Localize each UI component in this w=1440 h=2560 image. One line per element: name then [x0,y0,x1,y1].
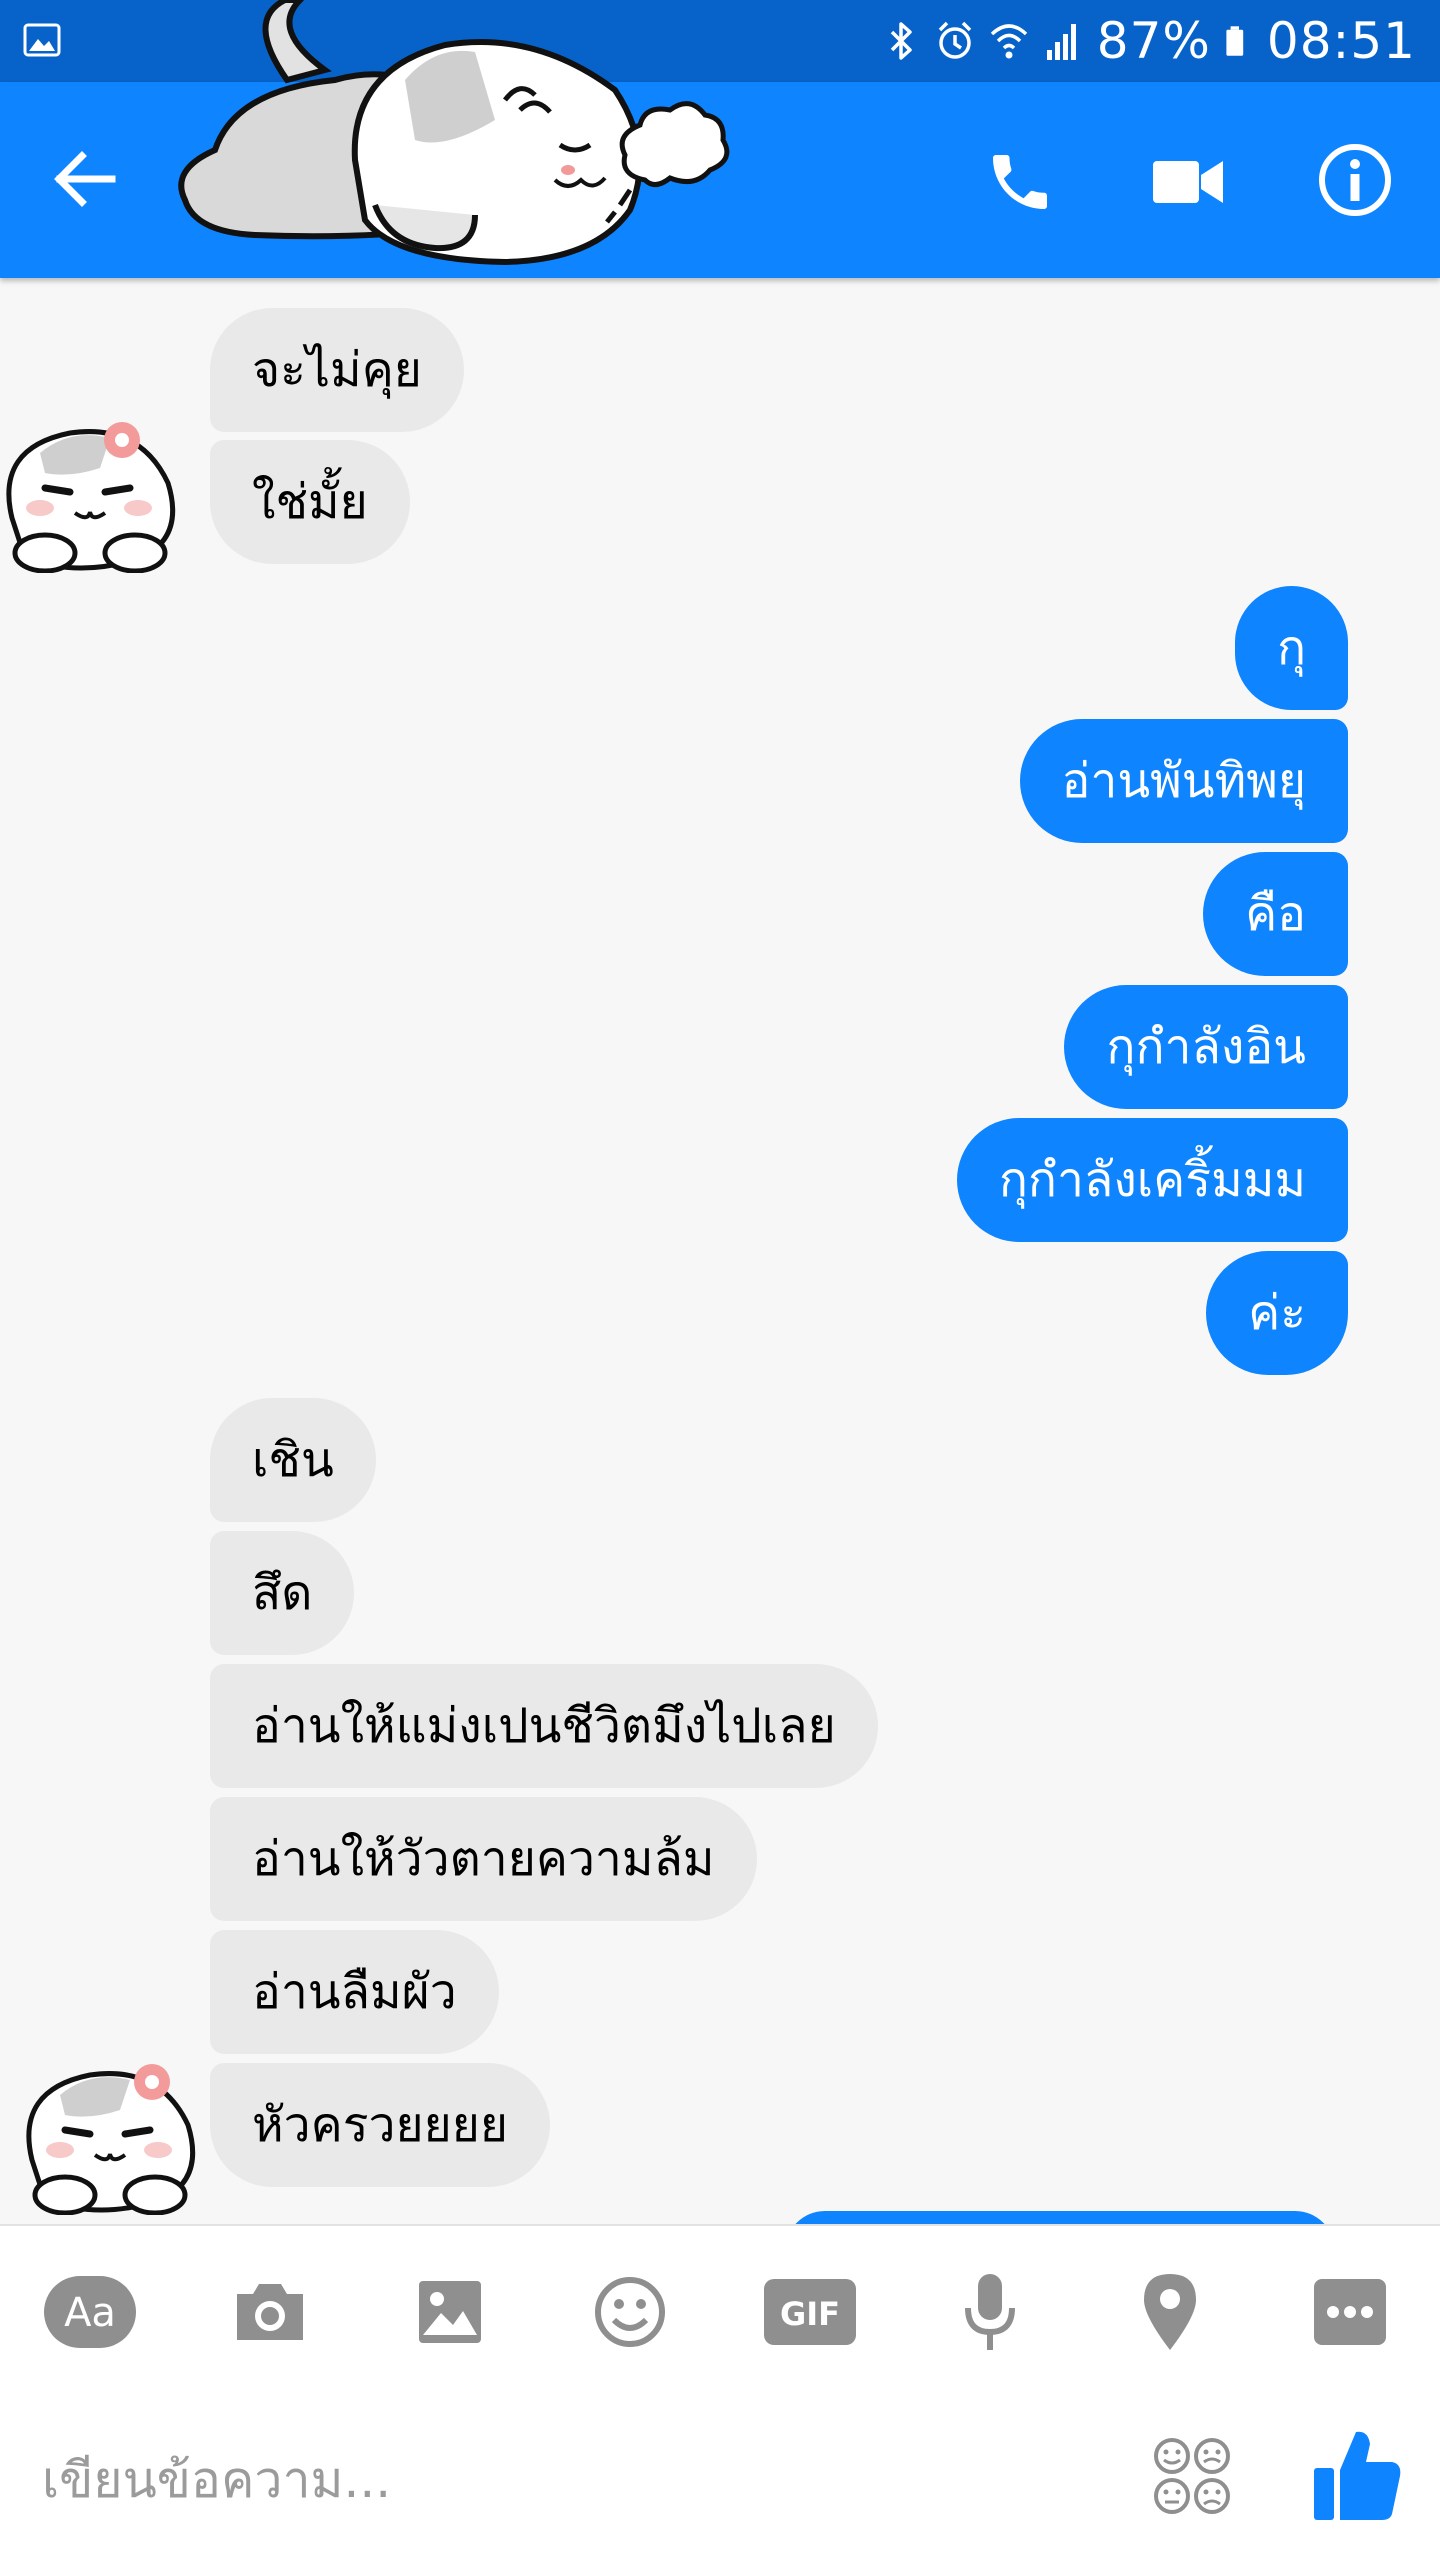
incoming-message[interactable]: อ่านให้แม่งเปนชีวิตมึงไปเลย [210,1664,878,1788]
battery-icon [1226,26,1244,56]
alarm-icon [938,21,972,59]
status-indicators: 87% 08:51 [881,8,1416,74]
info-icon [1319,144,1391,216]
gif-icon: GIF [764,2279,856,2345]
status-bar: 87% 08:51 [0,0,1440,82]
location-button[interactable] [1124,2270,1216,2354]
sticker-faces-icon[interactable] [1152,2436,1232,2516]
camera-button[interactable] [224,2270,316,2354]
incoming-message[interactable]: หัวครวยยยย [210,2063,550,2187]
gif-button[interactable]: GIF [764,2270,856,2354]
camera-icon [237,2284,303,2340]
more-options-button[interactable] [1304,2270,1396,2354]
contact-avatar[interactable] [20,2050,200,2215]
gif-label: GIF [780,2295,840,2333]
conversation-header [0,0,1440,278]
signal-icon [1046,24,1076,60]
wifi-icon [990,24,1027,59]
thumbs-up-icon[interactable] [1312,2428,1402,2524]
voice-message-button[interactable] [944,2270,1036,2354]
phone-icon [993,155,1047,209]
microphone-icon [965,2274,1015,2350]
composer-toolbar: Aa GIF [0,2224,1440,2396]
gallery-button[interactable] [404,2270,496,2354]
outgoing-message-partial[interactable] [785,2211,1335,2224]
text-tool-label: Aa [64,2290,116,2336]
incoming-message[interactable]: อ่านลืมผัว [210,1930,499,2054]
contact-avatar[interactable] [0,408,180,573]
text-format-icon: Aa [44,2276,136,2348]
emoji-button[interactable] [584,2270,676,2354]
back-button[interactable] [40,134,130,224]
location-pin-icon [1144,2274,1196,2350]
battery-percent: 87% [1096,12,1211,70]
video-call-button[interactable] [1138,134,1238,230]
message-list[interactable]: จะไม่คุย ใช่มั้ย กุ อ่านพันทิพยุ คือ กุก… [0,278,1440,2224]
message-input[interactable] [40,2434,1104,2526]
gallery-icon [23,23,61,57]
incoming-message[interactable]: ใช่มั้ย [210,440,410,564]
outgoing-message[interactable]: ค่ะ [1206,1251,1348,1375]
composer [0,2394,1440,2560]
emoji-icon [595,2277,665,2347]
outgoing-message[interactable]: อ่านพันทิพยุ [1019,719,1348,843]
outgoing-message[interactable]: กุกำลังอิน [1064,985,1348,1109]
image-icon [419,2281,481,2343]
text-format-button[interactable]: Aa [44,2270,136,2354]
more-icon [1314,2279,1386,2345]
bluetooth-icon [890,22,912,60]
info-button[interactable] [1305,128,1405,232]
incoming-message[interactable]: อ่านให้วัวตายความล้ม [210,1797,757,1921]
back-arrow-icon [54,151,116,207]
outgoing-message[interactable]: กุ [1234,586,1348,710]
video-camera-icon [1153,161,1223,203]
clock: 08:51 [1266,12,1416,70]
outgoing-message[interactable]: คือ [1203,852,1348,976]
incoming-message[interactable]: สึด [210,1531,355,1655]
incoming-message[interactable]: จะไม่คุย [210,308,464,432]
outgoing-message[interactable]: กุกำลังเคริ้มมม [956,1118,1348,1242]
voice-call-button[interactable] [970,134,1070,230]
incoming-message[interactable]: เชิน [210,1398,376,1522]
